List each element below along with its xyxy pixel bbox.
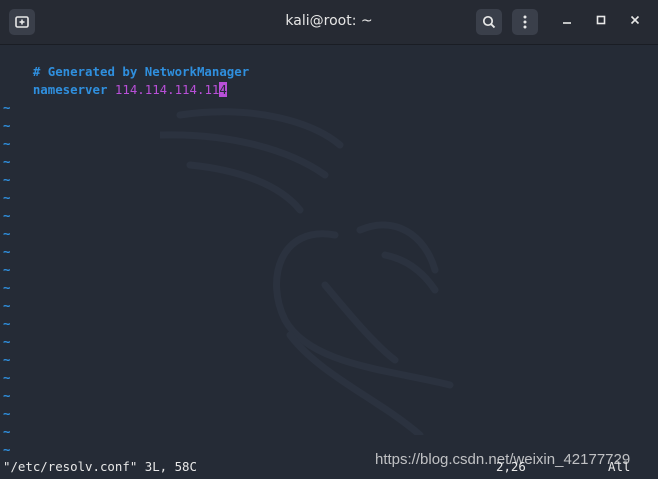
minimize-icon [563, 22, 571, 24]
tilde-marker: ~ [3, 424, 11, 439]
watermark-text: https://blog.csdn.net/weixin_42177729 [375, 451, 631, 468]
tilde-marker: ~ [3, 136, 11, 151]
tilde-marker: ~ [3, 316, 11, 331]
nameserver-keyword: nameserver [32, 82, 108, 97]
tilde-marker: ~ [3, 226, 11, 241]
tilde-marker: ~ [3, 280, 11, 295]
close-button[interactable] [625, 12, 645, 32]
tilde-marker: ~ [3, 262, 11, 277]
tilde-marker: ~ [3, 388, 11, 403]
tilde-marker: ~ [3, 406, 11, 421]
tilde-marker: ~ [3, 334, 11, 349]
kali-dragon-watermark-icon [160, 108, 454, 435]
maximize-icon [596, 15, 606, 25]
search-icon [482, 15, 496, 29]
minimize-button[interactable] [557, 12, 577, 32]
tilde-marker: ~ [3, 244, 11, 259]
status-file-info: "/etc/resolv.conf" 3L, 58C [3, 459, 197, 474]
nameserver-value: 114.114.114.11 [114, 82, 220, 97]
title-bar: kali@root: ~ [0, 0, 658, 45]
tilde-marker: ~ [3, 370, 11, 385]
kebab-menu-icon [523, 15, 527, 29]
terminal-area[interactable]: # Generated by NetworkManager nameserver… [0, 45, 658, 479]
maximize-button[interactable] [591, 12, 611, 32]
tilde-marker: ~ [3, 100, 11, 115]
tilde-marker: ~ [3, 442, 11, 457]
tilde-marker: ~ [3, 118, 11, 133]
menu-button[interactable] [512, 9, 538, 35]
tilde-marker: ~ [3, 298, 11, 313]
text-cursor: 4 [219, 82, 227, 97]
editor-line-2: nameserver 114.114.114.114 [3, 63, 227, 97]
tilde-marker: ~ [3, 208, 11, 223]
close-icon [630, 15, 640, 25]
tilde-marker: ~ [3, 190, 11, 205]
search-button[interactable] [476, 9, 502, 35]
editor-line-1: # Generated by NetworkManager [3, 45, 249, 79]
tilde-marker: ~ [3, 172, 11, 187]
tilde-marker: ~ [3, 352, 11, 367]
tilde-marker: ~ [3, 154, 11, 169]
